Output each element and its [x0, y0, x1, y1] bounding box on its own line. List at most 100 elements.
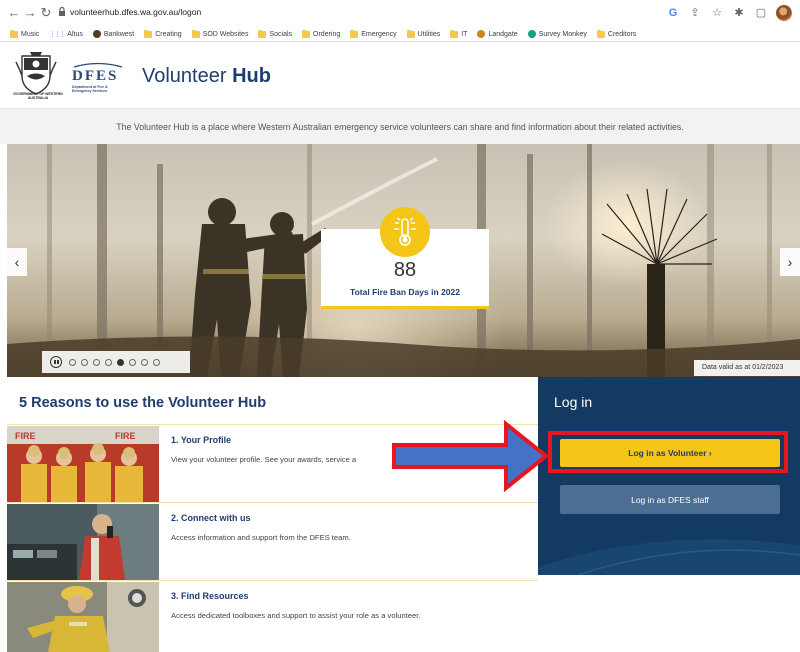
- stat-label: Total Fire Ban Days in 2022: [350, 287, 460, 297]
- firefighter-photo: [7, 582, 159, 652]
- bookmark-item[interactable]: Ordering: [302, 29, 341, 38]
- bookmarks-bar: Music ⋮⋮⋮ Altus Bankwest Creating SOD Website…: [0, 26, 800, 42]
- carousel-next-button[interactable]: ›: [780, 248, 800, 276]
- gov-text: GOVERNMENT OF WESTERN AUSTRALIA: [13, 92, 63, 100]
- browser-chrome: ← → ↻ volunteerhub.dfes.wa.gov.au/logon …: [0, 0, 800, 42]
- site-title-bold: Hub: [232, 65, 271, 87]
- bookmark-item[interactable]: Creating: [144, 29, 182, 38]
- bookmark-label: Creditors: [607, 30, 637, 38]
- carousel-dot[interactable]: [141, 358, 148, 366]
- bookmark-label: Ordering: [313, 30, 341, 38]
- sidepanel-icon[interactable]: ▢: [754, 6, 768, 20]
- bookmark-item[interactable]: ⋮⋮⋮ Altus: [49, 31, 83, 38]
- wa-crest-icon[interactable]: [14, 50, 58, 98]
- svg-text:FIRE: FIRE: [15, 431, 36, 441]
- dfes-subtitle: Department of Fire & Emergency Services: [72, 85, 108, 93]
- back-icon[interactable]: ←: [6, 5, 22, 21]
- bookmark-item[interactable]: Emergency: [350, 29, 397, 38]
- reason-item[interactable]: 3. Find Resources Access dedicated toolb…: [7, 580, 538, 652]
- bookmark-item[interactable]: IT: [450, 29, 468, 38]
- login-staff-button[interactable]: Log in as DFES staff: [560, 485, 780, 514]
- site-title-light: Volunteer: [142, 65, 233, 87]
- login-title: Log in: [554, 394, 593, 410]
- carousel-dot[interactable]: [105, 358, 112, 366]
- login-panel: Log in Log in as Volunteer › Log in as D…: [538, 377, 800, 575]
- site-header: GOVERNMENT OF WESTERN AUSTRALIA DFES Dep…: [0, 42, 800, 108]
- lock-icon: [59, 7, 65, 16]
- landgate-icon: [477, 30, 486, 38]
- tagline-bar: The Volunteer Hub is a place where Weste…: [0, 108, 800, 144]
- folder-icon: [10, 29, 18, 38]
- folder-icon: [302, 29, 311, 38]
- stat-number: 88: [393, 259, 417, 281]
- folder-icon: [450, 29, 459, 38]
- forward-icon[interactable]: →: [22, 5, 38, 21]
- thermometer-icon: [394, 217, 416, 246]
- bookmark-label: IT: [461, 30, 468, 38]
- bookmark-item[interactable]: SOD Websites: [191, 29, 249, 38]
- pause-icon[interactable]: [50, 356, 62, 368]
- dfes-logo[interactable]: DFES Department of Fire & Emergency Serv…: [72, 62, 124, 93]
- bookmark-label: Emergency: [361, 30, 397, 38]
- data-valid-note: Data valid as at 01/2/2023: [694, 360, 800, 376]
- bookmark-item[interactable]: Creditors: [596, 29, 637, 38]
- google-icon[interactable]: G: [666, 6, 680, 20]
- bookmark-item[interactable]: Utilities: [406, 29, 441, 38]
- dfes-wordmark: DFES: [72, 68, 119, 84]
- bookmark-item[interactable]: Landgate: [477, 30, 518, 38]
- bankwest-icon: [92, 30, 101, 38]
- svg-text:FIRE: FIRE: [115, 431, 136, 441]
- bookmark-label: Altus: [67, 30, 83, 38]
- carousel-dot[interactable]: [117, 358, 124, 366]
- carousel-prev-button[interactable]: ‹: [7, 248, 27, 276]
- share-icon[interactable]: ⇪: [688, 6, 702, 20]
- site-title: Volunteer Hub: [142, 65, 271, 88]
- reload-icon[interactable]: ↻: [38, 5, 54, 21]
- reason-image-connect: [7, 504, 159, 580]
- reason-text: Access information and support from the …: [171, 533, 351, 542]
- bookmark-label: Music: [21, 30, 40, 38]
- surveymonkey-icon: [527, 30, 536, 38]
- bookmark-item[interactable]: Survey Monkey: [527, 30, 587, 38]
- bookmark-item[interactable]: Music: [10, 29, 40, 38]
- browser-toolbar: G ⇪ ☆ ✱ ▢: [666, 4, 792, 22]
- folder-icon: [258, 29, 267, 38]
- star-icon[interactable]: ☆: [710, 6, 724, 20]
- stat-circle: [380, 207, 430, 257]
- bookmark-label: Landgate: [488, 30, 518, 38]
- pointer-arrow-icon: [392, 420, 550, 492]
- reason-title: 1. Your Profile: [171, 435, 232, 445]
- extensions-icon[interactable]: ✱: [732, 6, 746, 20]
- bookmark-label: Utilities: [417, 30, 441, 38]
- folder-icon: [596, 29, 605, 38]
- carousel-dot[interactable]: [93, 358, 100, 366]
- reason-image-resources: [7, 582, 159, 652]
- reason-text: View your volunteer profile. See your aw…: [171, 455, 357, 464]
- browser-nav-row: ← → ↻ volunteerhub.dfes.wa.gov.au/logon …: [0, 0, 800, 26]
- carousel-dot[interactable]: [129, 358, 136, 366]
- carousel-dot[interactable]: [153, 358, 160, 366]
- page: ← → ↻ volunteerhub.dfes.wa.gov.au/logon …: [0, 0, 800, 652]
- folder-icon: [406, 29, 415, 38]
- reason-title: 2. Connect with us: [171, 513, 251, 523]
- tagline-text: The Volunteer Hub is a place where Weste…: [116, 122, 684, 132]
- reason-item[interactable]: 2. Connect with us Access information an…: [7, 502, 538, 580]
- reason-title: 3. Find Resources: [171, 591, 249, 601]
- address-bar[interactable]: volunteerhub.dfes.wa.gov.au/logon: [70, 7, 201, 17]
- bookmark-label: Creating: [155, 30, 182, 38]
- carousel-indicators: [42, 351, 190, 373]
- bookmark-item[interactable]: Bankwest: [92, 30, 134, 38]
- carousel-dot[interactable]: [81, 358, 88, 366]
- bookmark-item[interactable]: Socials: [258, 29, 293, 38]
- bookmark-label: SOD Websites: [202, 30, 249, 38]
- folder-icon: [350, 29, 359, 38]
- radio-operator-photo: [7, 504, 159, 580]
- carousel-dot[interactable]: [69, 358, 76, 366]
- folder-icon: [191, 29, 200, 38]
- profile-avatar[interactable]: [776, 5, 792, 21]
- bookmark-label: Socials: [269, 30, 293, 38]
- reasons-title: 5 Reasons to use the Volunteer Hub: [19, 395, 267, 411]
- highlight-box: [548, 431, 788, 473]
- reason-text: Access dedicated toolboxes and support t…: [171, 611, 421, 620]
- reason-image-profile: FIRE FIRE: [7, 426, 159, 502]
